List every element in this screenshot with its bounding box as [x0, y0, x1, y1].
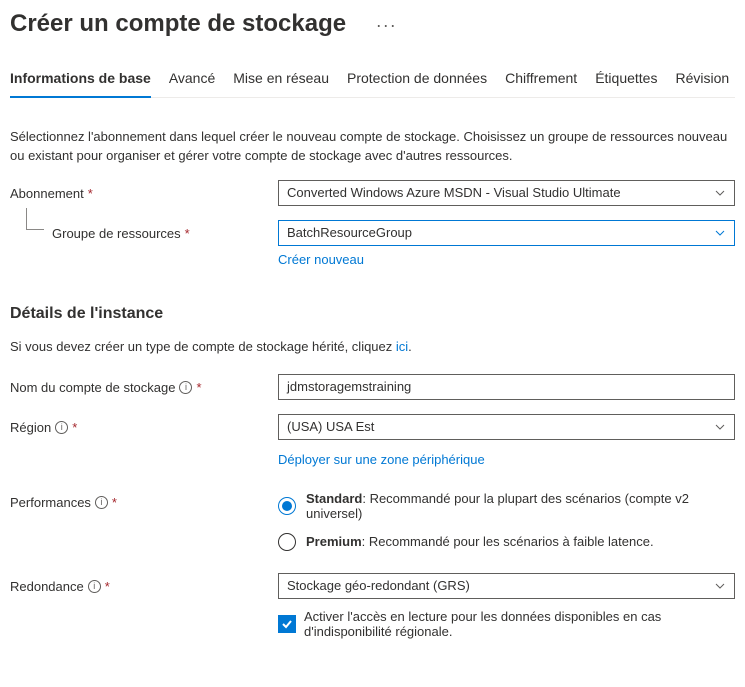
- resource-group-select[interactable]: BatchResourceGroup: [278, 220, 735, 246]
- page-title: Créer un compte de stockage: [10, 10, 346, 38]
- tab-5[interactable]: Étiquettes: [595, 70, 657, 98]
- legacy-account-hint: Si vous devez créer un type de compte de…: [10, 339, 735, 354]
- create-new-resource-group-link[interactable]: Créer nouveau: [278, 252, 364, 267]
- tab-0[interactable]: Informations de base: [10, 70, 151, 98]
- radio-icon: [278, 533, 296, 551]
- subscription-label: Abonnement*: [10, 180, 278, 201]
- info-icon[interactable]: i: [179, 381, 192, 394]
- info-icon[interactable]: i: [55, 421, 68, 434]
- chevron-down-icon: [714, 187, 726, 199]
- radio-icon: [278, 497, 296, 515]
- chevron-down-icon: [714, 421, 726, 433]
- chevron-down-icon: [714, 580, 726, 592]
- tab-2[interactable]: Mise en réseau: [233, 70, 329, 98]
- tabs-bar: Informations de base Avancé Mise en réseau…: [10, 70, 735, 98]
- region-select[interactable]: (USA) USA Est: [278, 414, 735, 440]
- performance-option-premium[interactable]: Premium: Recommandé pour les scénarios à…: [278, 533, 735, 551]
- redundancy-select[interactable]: Stockage géo-redondant (GRS): [278, 573, 735, 599]
- intro-text: Sélectionnez l'abonnement dans lequel cr…: [10, 128, 730, 166]
- tab-3[interactable]: Protection de données: [347, 70, 487, 98]
- account-name-label: Nom du compte de stockage i *: [10, 374, 278, 395]
- read-access-label: Activer l'accès en lecture pour les donn…: [304, 609, 735, 639]
- read-access-checkbox[interactable]: [278, 615, 296, 633]
- account-name-input[interactable]: jdmstoragemstraining: [278, 374, 735, 400]
- info-icon[interactable]: i: [95, 496, 108, 509]
- performance-option-standard[interactable]: Standard: Recommandé pour la plupart des…: [278, 491, 735, 521]
- subscription-select[interactable]: Converted Windows Azure MSDN - Visual St…: [278, 180, 735, 206]
- performance-label: Performances i *: [10, 489, 278, 510]
- tab-6[interactable]: Révision: [675, 70, 729, 98]
- deploy-edge-zone-link[interactable]: Déployer sur une zone périphérique: [278, 452, 485, 467]
- info-icon[interactable]: i: [88, 580, 101, 593]
- more-actions-icon[interactable]: ···: [376, 15, 397, 35]
- chevron-down-icon: [714, 227, 726, 239]
- tab-1[interactable]: Avancé: [169, 70, 215, 98]
- resource-group-label: Groupe de ressources*: [10, 220, 278, 241]
- instance-details-heading: Détails de l'instance: [10, 305, 735, 323]
- region-label: Région i *: [10, 414, 278, 435]
- redundancy-label: Redondance i *: [10, 573, 278, 594]
- legacy-account-link[interactable]: ici: [396, 339, 408, 354]
- tab-4[interactable]: Chiffrement: [505, 70, 577, 98]
